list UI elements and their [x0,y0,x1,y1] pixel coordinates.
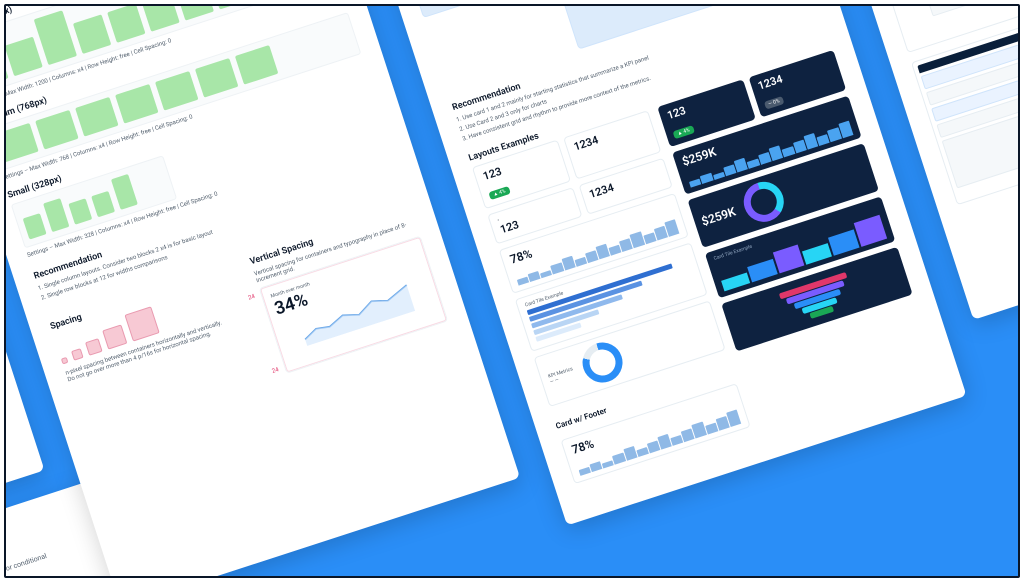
trend-up-badge: ▲ 4% [673,126,695,140]
panel-intro-2: The grid can be applied to the main cont… [4,4,242,5]
funnel-chart-icon [779,273,856,327]
trend-neutral-badge: — 0% [764,96,785,110]
donut-chart-icon [577,338,627,388]
card-value: $259K [700,205,738,229]
stat-card-annotated: 24 24 Month over month 34% [259,236,448,374]
donut-chart-icon [739,177,789,227]
trend-up-badge: ▲ 4% [489,186,511,200]
card-tile-large [402,4,538,18]
